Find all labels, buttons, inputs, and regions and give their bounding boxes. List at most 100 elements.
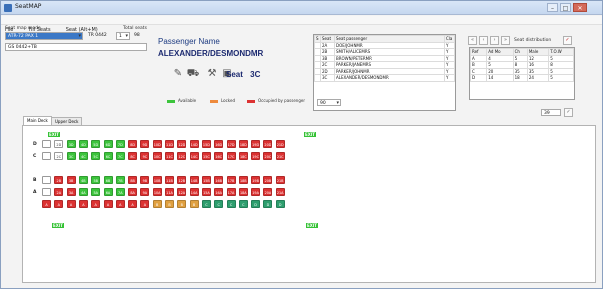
seat-7d[interactable]: 7D [115,140,125,148]
zone-cell[interactable]: A [103,200,113,208]
seat-blank[interactable] [42,176,51,184]
seat-12b[interactable]: 12B [177,176,187,184]
zone-cell[interactable]: A [42,200,51,208]
zone-cell[interactable]: B [177,200,187,208]
table-row[interactable]: D 14 18 24 5 [470,74,574,82]
seat-20b[interactable]: 20B [263,176,273,184]
seat-18a[interactable]: 18A [238,188,248,196]
seat-11b[interactable]: 11B [165,176,174,184]
distribution-grid[interactable]: Ref Ad Mo Ch Male T.O.W A 4 5 12 5 B 5 8 16 8 C2… [469,47,575,100]
seat-11a[interactable]: 11A [165,188,174,196]
seat-21d[interactable]: 21D [275,140,285,148]
seat-9a[interactable]: 9A [140,188,150,196]
seat-14a[interactable]: 14A [189,188,199,196]
seat-16d[interactable]: 16D [214,140,224,148]
seat-15d[interactable]: 15D [201,140,211,148]
seat-4b[interactable]: 4B [78,176,88,184]
zone-cell[interactable]: A [78,200,88,208]
zone-cell[interactable]: C [214,200,224,208]
seat-9d[interactable]: 9D [140,140,150,148]
seat-6b[interactable]: 6B [103,176,113,184]
seat-12d[interactable]: 12D [177,140,187,148]
last-icon[interactable]: » [501,36,510,45]
zone-cell[interactable]: A [128,200,138,208]
zone-cell[interactable]: A [91,200,101,208]
seat-2c[interactable]: 2C [54,152,64,160]
zone-cell[interactable]: B [189,200,199,208]
seat-7c[interactable]: 7C [115,152,125,160]
zone-cell[interactable]: C [201,200,211,208]
seat-14b[interactable]: 14B [189,176,199,184]
seat-5a[interactable]: 5A [91,188,101,196]
seat-5c[interactable]: 5C [91,152,101,160]
seat-8c[interactable]: 8C [128,152,138,160]
seat-2d[interactable]: 2D [54,140,64,148]
zone-cell[interactable]: B [165,200,174,208]
seat-2a[interactable]: 2A [54,188,64,196]
seat-8a[interactable]: 8A [128,188,138,196]
seat-6c[interactable]: 6C [103,152,113,160]
seat-12a[interactable]: 12A [177,188,187,196]
seat-10a[interactable]: 10A [152,188,162,196]
seat-16b[interactable]: 16B [214,176,224,184]
zone-cell[interactable]: D [275,200,285,208]
seat-11d[interactable]: 11D [165,140,174,148]
seat-7b[interactable]: 7B [115,176,125,184]
seat-21c[interactable]: 21C [275,152,285,160]
seat-8d[interactable]: 8D [128,140,138,148]
seat-19a[interactable]: 19A [251,188,261,196]
zone-cell[interactable]: A [140,200,150,208]
car-icon[interactable]: ⛟ [186,67,200,81]
count-select[interactable]: 1 [116,32,130,40]
maximize-button[interactable]: □ [560,3,571,12]
next-icon[interactable]: › [490,36,499,45]
seat-10d[interactable]: 10D [152,140,162,148]
wrench-icon[interactable]: ⚒ [205,67,219,81]
seat-19c[interactable]: 19C [251,152,261,160]
passenger-list-grid[interactable]: S Seat Seat passenger Cla 2A DOE/JOHNMR Y … [313,34,456,111]
seat-4d[interactable]: 4D [78,140,88,148]
seat-10c[interactable]: 10C [152,152,162,160]
table-row[interactable]: 3C ALEXANDER/DESMONDMR Y [314,74,455,82]
zone-cell[interactable]: A [54,200,64,208]
minimize-button[interactable]: – [547,3,558,12]
seat-14d[interactable]: 14D [189,140,199,148]
seat-blank[interactable] [42,188,51,196]
seat-3a[interactable]: 3A [66,188,76,196]
seat-6a[interactable]: 6A [103,188,113,196]
seat-17c[interactable]: 17C [226,152,236,160]
seat-blank[interactable] [42,152,51,160]
tab-main-deck[interactable]: Main Deck [23,116,52,125]
seat-8b[interactable]: 8B [128,176,138,184]
seat-18c[interactable]: 18C [238,152,248,160]
seat-10b[interactable]: 10B [152,176,162,184]
seat-21a[interactable]: 21A [275,188,285,196]
seat-5b[interactable]: 5B [91,176,101,184]
zone-cell[interactable]: D [263,200,273,208]
seat-15b[interactable]: 15B [201,176,211,184]
passenger-filter-select[interactable]: 90 [317,99,341,106]
seat-14c[interactable]: 14C [189,152,199,160]
tab-upper-deck[interactable]: Upper Deck [51,117,83,125]
seat-12c[interactable]: 12C [177,152,187,160]
seat-21b[interactable]: 21B [275,176,285,184]
seat-20c[interactable]: 20C [263,152,273,160]
seat-15a[interactable]: 15A [201,188,211,196]
ok-icon[interactable]: ✓ [564,108,573,117]
seat-16c[interactable]: 16C [214,152,224,160]
seat-9b[interactable]: 9B [140,176,150,184]
seat-15c[interactable]: 15C [201,152,211,160]
seat-2b[interactable]: 2B [54,176,64,184]
seat-9c[interactable]: 9C [140,152,150,160]
seat-5d[interactable]: 5D [91,140,101,148]
first-icon[interactable]: « [468,36,477,45]
seat-11c[interactable]: 11C [165,152,174,160]
zone-cell[interactable]: C [226,200,236,208]
zone-cell[interactable]: D [251,200,261,208]
zone-cell[interactable]: A [66,200,76,208]
pin-icon[interactable]: ✎ [171,67,185,81]
seat-20d[interactable]: 20D [263,140,273,148]
seat-6d[interactable]: 6D [103,140,113,148]
seat-3b[interactable]: 3B [66,176,76,184]
seat-3c[interactable]: 3C [66,152,76,160]
